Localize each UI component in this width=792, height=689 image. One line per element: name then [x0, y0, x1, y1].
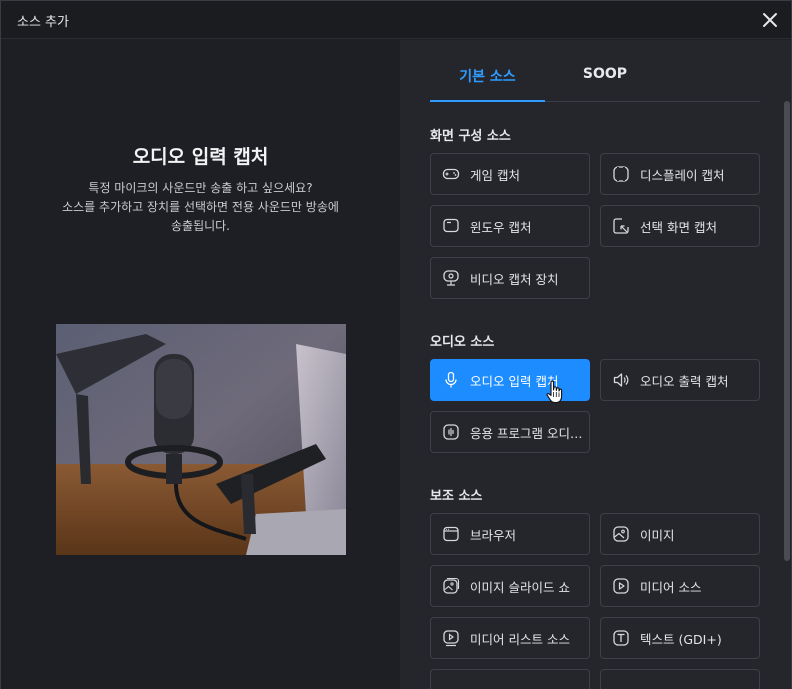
preview-title: 오디오 입력 캡처	[132, 146, 269, 168]
hand-pointer-cursor-icon	[546, 380, 563, 404]
microphone-photo-illustration	[56, 324, 346, 555]
source-label: 선택 화면 캡처	[640, 219, 717, 235]
preview-pane: 오디오 입력 캡처 특정 마이크의 사운드만 송출 하고 싶으세요? 소스를 추…	[1, 40, 400, 689]
source-label: 미디어 리스트 소스	[470, 631, 570, 647]
source-partial-item[interactable]	[430, 669, 590, 689]
source-browser[interactable]: 브라우저	[430, 513, 590, 555]
tab-soop[interactable]: SOOP	[560, 66, 650, 102]
webcam-icon	[442, 269, 460, 287]
window-icon	[442, 217, 460, 235]
source-audio-output-capture[interactable]: 오디오 출력 캡처	[600, 359, 760, 401]
slideshow-icon	[442, 577, 460, 595]
media-play-icon	[612, 577, 630, 595]
add-source-dialog: 소스 추가 오디오 입력 캡처 특정 마이크의 사운드만 송출 하고 싶으세요?…	[0, 0, 792, 689]
close-button[interactable]	[759, 9, 781, 31]
image-icon	[612, 525, 630, 543]
dialog-title: 소스 추가	[17, 15, 69, 30]
app-audio-icon	[442, 423, 460, 441]
source-application-audio-capture[interactable]: 응용 프로그램 오디오 캡처	[430, 411, 590, 453]
tab-basic-sources[interactable]: 기본 소스	[430, 66, 545, 102]
source-partial-item[interactable]	[600, 669, 760, 689]
source-label: 이미지	[640, 527, 675, 543]
source-tabs: 기본 소스 SOOP	[430, 62, 760, 102]
microphone-icon	[442, 371, 460, 389]
source-media-list[interactable]: 미디어 리스트 소스	[430, 617, 590, 659]
source-game-capture[interactable]: 게임 캡처	[430, 153, 590, 195]
source-region-capture[interactable]: 선택 화면 캡처	[600, 205, 760, 247]
source-image[interactable]: 이미지	[600, 513, 760, 555]
close-icon	[763, 13, 777, 27]
text-icon	[612, 629, 630, 647]
preview-description-line: 특정 마이크의 사운드만 송출 하고 싶으세요?	[88, 181, 313, 195]
source-label: 응용 프로그램 오디오 캡처	[470, 425, 588, 441]
preview-image	[56, 324, 346, 555]
source-audio-input-capture[interactable]: 오디오 입력 캡처	[430, 359, 590, 401]
source-label: 텍스트 (GDI+)	[640, 631, 722, 647]
source-display-capture[interactable]: 디스플레이 캡처	[600, 153, 760, 195]
source-media[interactable]: 미디어 소스	[600, 565, 760, 607]
speaker-icon	[612, 371, 630, 389]
tab-label: SOOP	[582, 66, 628, 82]
section-title-audio: 오디오 소스	[430, 335, 495, 350]
source-label: 윈도우 캡처	[470, 219, 532, 235]
display-frame-icon	[612, 165, 630, 183]
source-video-capture-device[interactable]: 비디오 캡처 장치	[430, 257, 590, 299]
source-text-gdi[interactable]: 텍스트 (GDI+)	[600, 617, 760, 659]
source-list-scrollbar[interactable]	[784, 101, 790, 561]
browser-icon	[442, 525, 460, 543]
source-label: 게임 캡처	[470, 167, 520, 183]
preview-description-line: 송출됩니다.	[170, 219, 230, 233]
region-select-icon	[612, 217, 630, 235]
gamepad-icon	[442, 165, 460, 183]
preview-description: 특정 마이크의 사운드만 송출 하고 싶으세요? 소스를 추가하고 장치를 선택…	[31, 179, 370, 236]
media-list-icon	[442, 629, 460, 647]
source-label: 브라우저	[470, 527, 517, 543]
tab-label: 기본 소스	[459, 69, 516, 85]
source-label: 이미지 슬라이드 쇼	[470, 579, 570, 595]
source-image-slideshow[interactable]: 이미지 슬라이드 쇼	[430, 565, 590, 607]
section-title-aux: 보조 소스	[430, 489, 483, 504]
source-label: 디스플레이 캡처	[640, 167, 725, 183]
title-bar: 소스 추가	[1, 1, 791, 39]
source-label: 미디어 소스	[640, 579, 702, 595]
source-window-capture[interactable]: 윈도우 캡처	[430, 205, 590, 247]
source-label: 비디오 캡처 장치	[470, 271, 559, 287]
preview-description-line: 소스를 추가하고 장치를 선택하면 전용 사운드만 방송에	[62, 200, 339, 214]
source-label: 오디오 출력 캡처	[640, 373, 729, 389]
section-title-screen: 화면 구성 소스	[430, 129, 511, 144]
